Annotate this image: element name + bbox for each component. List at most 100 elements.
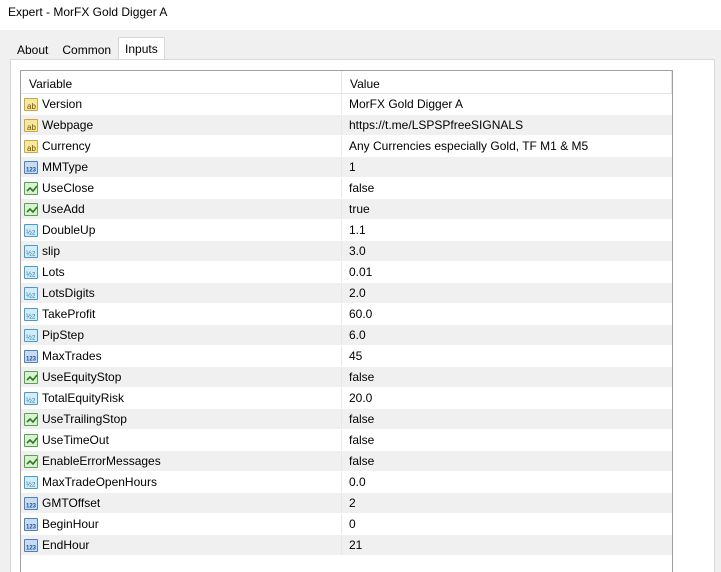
value-cell[interactable]: 6.0	[342, 325, 672, 345]
table-row[interactable]: ½ 2 MaxTradeOpenHours 0.0	[21, 472, 672, 493]
integer-icon: 123	[24, 349, 38, 363]
value-cell[interactable]: 0.0	[342, 472, 672, 492]
variable-name: UseAdd	[42, 202, 85, 216]
table-row[interactable]: ½ 2 TakeProfit 60.0	[21, 304, 672, 325]
variable-name: Currency	[42, 139, 91, 153]
value-cell[interactable]: 1	[342, 157, 672, 177]
variable-cell: EnableErrorMessages	[21, 451, 342, 471]
double-icon: ½2	[24, 286, 38, 300]
value-cell[interactable]: 20.0	[342, 388, 672, 408]
value-cell[interactable]: Any Currencies especially Gold, TF M1 & …	[342, 136, 672, 156]
variable-name: UseEquityStop	[42, 370, 122, 384]
value-cell[interactable]: false	[342, 409, 672, 429]
boolean-icon	[24, 454, 38, 468]
variable-cell: ½ 2 MaxTradeOpenHours	[21, 472, 342, 492]
variable-name: PipStep	[42, 328, 85, 342]
table-row[interactable]: ½ 2 DoubleUp 1.1	[21, 220, 672, 241]
table-row[interactable]: UseTimeOut false	[21, 430, 672, 451]
table-row[interactable]: UseAdd true	[21, 199, 672, 220]
double-icon: ½2	[24, 475, 38, 489]
value-cell[interactable]: 45	[342, 346, 672, 366]
table-row[interactable]: 123 EndHour 21	[21, 535, 672, 556]
variable-cell: ½ 2 TotalEquityRisk	[21, 388, 342, 408]
svg-text:123: 123	[26, 524, 37, 530]
variable-cell: ab Currency	[21, 136, 342, 156]
value-cell[interactable]: 21	[342, 535, 672, 555]
value-cell[interactable]: false	[342, 430, 672, 450]
svg-text:2: 2	[32, 314, 36, 320]
tab-common[interactable]: Common	[55, 38, 118, 60]
boolean-icon	[24, 202, 38, 216]
column-header-variable[interactable]: Variable	[21, 71, 342, 93]
table-row[interactable]: ab Version MorFX Gold Digger A	[21, 94, 672, 115]
table-row[interactable]: ½ 2 Lots 0.01	[21, 262, 672, 283]
variable-cell: UseTimeOut	[21, 430, 342, 450]
variable-cell: ab Version	[21, 94, 342, 114]
boolean-icon	[24, 370, 38, 384]
variable-name: EndHour	[42, 538, 90, 552]
double-icon: ½2	[24, 265, 38, 279]
value-cell[interactable]: 2	[342, 493, 672, 513]
svg-text:ab: ab	[27, 102, 36, 111]
variable-cell: ½ 2 LotsDigits	[21, 283, 342, 303]
table-row[interactable]: 123 MaxTrades 45	[21, 346, 672, 367]
table-row[interactable]: ab Webpage https://t.me/LSPSPfreeSIGNALS	[21, 115, 672, 136]
variable-cell: 123 MaxTrades	[21, 346, 342, 366]
table-row[interactable]: UseClose false	[21, 178, 672, 199]
variable-cell: ½ 2 PipStep	[21, 325, 342, 345]
variable-cell: UseClose	[21, 178, 342, 198]
integer-icon: 123	[24, 517, 38, 531]
ab-string-icon: ab	[24, 139, 38, 153]
inputs-grid: Variable Value ab Version MorFX Gold Digge…	[20, 70, 673, 572]
table-row[interactable]: EnableErrorMessages false	[21, 451, 672, 472]
double-icon: ½2	[24, 244, 38, 258]
table-row[interactable]: 123 GMTOffset 2	[21, 493, 672, 514]
boolean-icon	[24, 412, 38, 426]
variable-name: Version	[42, 97, 83, 111]
variable-cell: 123 BeginHour	[21, 514, 342, 534]
variable-cell: UseAdd	[21, 199, 342, 219]
variable-name: slip	[42, 244, 61, 258]
tab-about[interactable]: About	[10, 38, 55, 60]
boolean-icon	[24, 181, 38, 195]
table-row[interactable]: ab Currency Any Currencies especially Gold…	[21, 136, 672, 157]
variable-name: GMTOffset	[42, 496, 101, 510]
variable-cell: ½ 2 Lots	[21, 262, 342, 282]
variable-name: TotalEquityRisk	[42, 391, 125, 405]
svg-text:2: 2	[32, 335, 36, 341]
variable-name: LotsDigits	[42, 286, 95, 300]
svg-text:123: 123	[26, 545, 37, 551]
table-row[interactable]: 123 BeginHour 0	[21, 514, 672, 535]
value-cell[interactable]: MorFX Gold Digger A	[342, 94, 672, 114]
value-cell[interactable]: 2.0	[342, 283, 672, 303]
svg-text:ab: ab	[27, 144, 36, 153]
value-cell[interactable]: false	[342, 451, 672, 471]
variable-name: MaxTrades	[42, 349, 102, 363]
variable-name: UseClose	[42, 181, 95, 195]
value-cell[interactable]: 0.01	[342, 262, 672, 282]
table-row[interactable]: ½ 2 PipStep 6.0	[21, 325, 672, 346]
variable-cell: ab Webpage	[21, 115, 342, 135]
table-row[interactable]: 123 MMType 1	[21, 157, 672, 178]
table-row[interactable]: UseEquityStop false	[21, 367, 672, 388]
value-cell[interactable]: false	[342, 178, 672, 198]
table-row[interactable]: ½ 2 slip 3.0	[21, 241, 672, 262]
value-cell[interactable]: https://t.me/LSPSPfreeSIGNALS	[342, 115, 672, 135]
table-row[interactable]: UseTrailingStop false	[21, 409, 672, 430]
value-cell[interactable]: false	[342, 367, 672, 387]
double-icon: ½2	[24, 223, 38, 237]
value-cell[interactable]: 3.0	[342, 241, 672, 261]
value-cell[interactable]: true	[342, 199, 672, 219]
integer-icon: 123	[24, 160, 38, 174]
value-cell[interactable]: 0	[342, 514, 672, 534]
variable-cell: 123 GMTOffset	[21, 493, 342, 513]
table-row[interactable]: ½ 2 LotsDigits 2.0	[21, 283, 672, 304]
variable-cell: 123 MMType	[21, 157, 342, 177]
boolean-icon	[24, 433, 38, 447]
ab-string-icon: ab	[24, 118, 38, 132]
value-cell[interactable]: 60.0	[342, 304, 672, 324]
value-cell[interactable]: 1.1	[342, 220, 672, 240]
column-header-value[interactable]: Value	[342, 71, 672, 93]
tab-inputs[interactable]: Inputs	[118, 37, 165, 61]
table-row[interactable]: ½ 2 TotalEquityRisk 20.0	[21, 388, 672, 409]
